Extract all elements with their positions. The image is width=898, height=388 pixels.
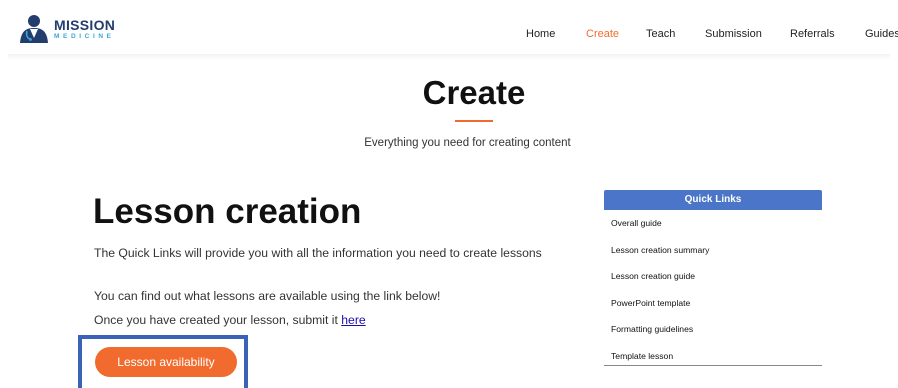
title-underline	[455, 120, 493, 122]
submit-paragraph: Once you have created your lesson, submi…	[94, 313, 554, 328]
nav-referrals[interactable]: Referrals	[790, 28, 835, 40]
page: MISSION MEDICINE Home Create Teach Submi…	[0, 0, 898, 388]
header-divider	[8, 54, 890, 60]
nav-submission[interactable]: Submission	[705, 28, 762, 40]
availability-paragraph: You can find out what lessons are availa…	[94, 289, 441, 303]
quick-links-header: Quick Links	[604, 190, 822, 210]
quick-link-lesson-creation-summary[interactable]: Lesson creation summary	[604, 237, 822, 264]
section-heading: Lesson creation	[93, 192, 362, 231]
page-title: Create	[422, 74, 526, 111]
page-subtitle: Everything you need for creating content	[364, 137, 571, 149]
submit-text: Once you have created your lesson, submi…	[94, 313, 342, 327]
nav-guides[interactable]: Guides	[865, 28, 898, 40]
quick-link-overall-guide[interactable]: Overall guide	[604, 210, 822, 237]
nav-teach[interactable]: Teach	[646, 28, 675, 40]
site-header: MISSION MEDICINE Home Create Teach Submi…	[0, 0, 898, 56]
nav-home[interactable]: Home	[526, 28, 555, 40]
quick-link-lesson-creation-guide[interactable]: Lesson creation guide	[604, 263, 822, 290]
main-nav: Home Create Teach Submission Referrals G…	[0, 28, 898, 42]
intro-paragraph: The Quick Links will provide you with al…	[94, 246, 542, 260]
submit-here-link[interactable]: here	[341, 313, 365, 327]
lesson-availability-button[interactable]: Lesson availability	[95, 347, 237, 377]
quick-link-powerpoint-template[interactable]: PowerPoint template	[604, 290, 822, 317]
nav-create[interactable]: Create	[586, 28, 619, 40]
quick-link-formatting-guidelines[interactable]: Formatting guidelines	[604, 316, 822, 343]
quick-links-panel: Quick Links Overall guide Lesson creatio…	[604, 190, 822, 366]
